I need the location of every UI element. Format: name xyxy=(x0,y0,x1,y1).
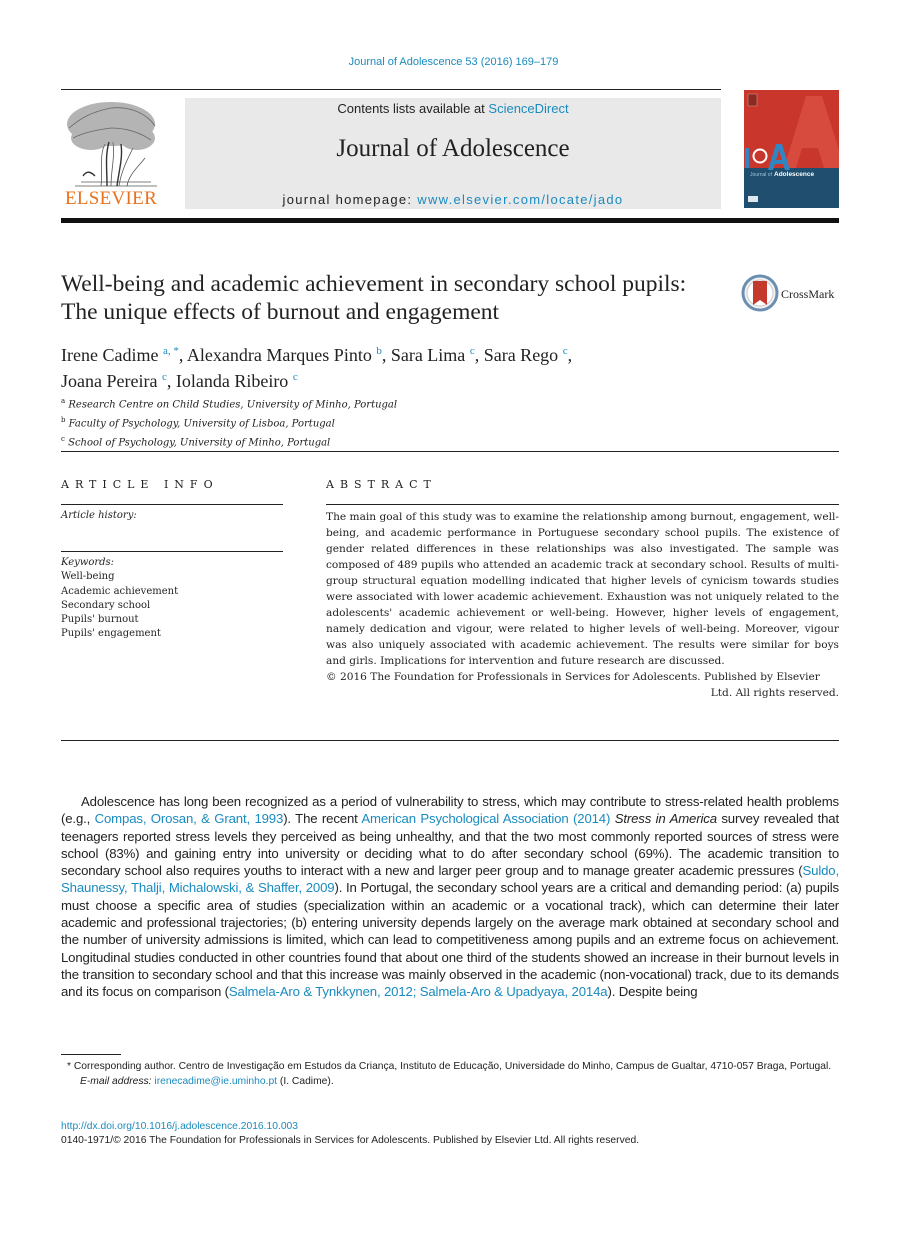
author-list: Irene Cadime a, *, Alexandra Marques Pin… xyxy=(61,340,761,392)
article-info-heading: ARTICLE INFO xyxy=(61,478,219,491)
affiliation-key: c xyxy=(61,434,65,443)
masthead-bottom-rule xyxy=(61,218,839,223)
body-text-run: ). The recent xyxy=(283,811,362,827)
keyword: Pupils' engagement xyxy=(61,628,161,640)
sciencedirect-link[interactable]: ScienceDirect xyxy=(488,101,568,116)
masthead-top-rule xyxy=(61,89,721,90)
cover-caption-prefix: Journal of xyxy=(750,172,773,178)
crossmark-label: CrossMark xyxy=(781,287,835,301)
author-name[interactable]: Alexandra Marques Pinto xyxy=(187,345,372,365)
citation-link[interactable]: American Psychological Association (2014… xyxy=(361,811,610,826)
body-text-run: ). Despite being xyxy=(607,984,698,1000)
abstract-copyright: © 2016 The Foundation for Professionals … xyxy=(326,671,820,683)
author[interactable]: Sara Lima c xyxy=(391,345,475,365)
abstract-block: The main goal of this study was to exami… xyxy=(326,509,839,701)
author-separator: , xyxy=(166,371,176,391)
cover-caption-bold: Adolescence xyxy=(774,171,814,178)
journal-homepage-link[interactable]: www.elsevier.com/locate/jado xyxy=(417,192,623,207)
masthead-banner: Contents lists available at ScienceDirec… xyxy=(185,98,721,209)
author-name[interactable]: Joana Pereira xyxy=(61,371,157,391)
section-rule-bottom xyxy=(61,740,839,741)
affiliation: b Faculty of Psychology, University of L… xyxy=(61,413,561,432)
author[interactable]: Alexandra Marques Pinto b xyxy=(187,345,382,365)
body-text-run: ). In Portugal, the secondary school yea… xyxy=(61,880,839,1000)
elsevier-logo[interactable]: ELSEVIER xyxy=(61,98,161,210)
author[interactable]: Irene Cadime a, * xyxy=(61,345,179,365)
affiliation: a Research Centre on Child Studies, Univ… xyxy=(61,394,561,413)
article-info-rule xyxy=(61,504,283,505)
author[interactable]: Iolanda Ribeiro c xyxy=(176,371,298,391)
author-separator: , xyxy=(567,345,573,365)
abstract-heading: ABSTRACT xyxy=(326,478,437,491)
author-name[interactable]: Sara Rego xyxy=(484,345,558,365)
section-rule-top xyxy=(61,451,839,452)
journal-reference-link[interactable]: Journal of Adolescence 53 (2016) 169–179 xyxy=(0,56,907,68)
elsevier-tree-icon xyxy=(67,102,157,187)
crossmark-icon xyxy=(741,274,779,312)
keyword: Well-being xyxy=(61,571,115,583)
keyword: Academic achievement xyxy=(61,585,179,597)
affiliation-marker[interactable]: c xyxy=(293,371,298,383)
affiliation-text: Research Centre on Child Studies, Univer… xyxy=(68,399,398,411)
abstract-copyright-continued: Ltd. All rights reserved. xyxy=(710,687,839,699)
affiliation-text: School of Psychology, University of Minh… xyxy=(68,436,331,448)
footnote-rule xyxy=(61,1054,121,1055)
author-separator: , xyxy=(474,345,484,365)
author-name[interactable]: Irene Cadime xyxy=(61,345,158,365)
email-note: E-mail address: irenecadime@ie.uminho.pt… xyxy=(61,1074,839,1089)
keywords-rule xyxy=(61,551,283,552)
article-history-label: Article history: xyxy=(61,510,137,521)
author[interactable]: Joana Pereira c xyxy=(61,371,167,391)
journal-cover-image[interactable]: Journal of Adolescence xyxy=(744,90,839,208)
affiliation-list: a Research Centre on Child Studies, Univ… xyxy=(61,394,561,450)
journal-name: Journal of Adolescence xyxy=(336,135,570,162)
elsevier-wordmark: ELSEVIER xyxy=(64,188,158,209)
citation-link[interactable]: Salmela-Aro & Tynkkynen, 2012; Salmela-A… xyxy=(229,984,608,999)
body-paragraph: Adolescence has long been recognized as … xyxy=(61,793,839,1001)
contents-prefix: Contents lists available at xyxy=(337,101,489,116)
affiliation-key: a xyxy=(61,397,66,405)
author-separator: , xyxy=(178,345,187,365)
affiliation-marker[interactable]: a, * xyxy=(163,345,179,357)
keyword: Pupils' burnout xyxy=(61,614,139,626)
issn-copyright: 0140-1971/© 2016 The Foundation for Prof… xyxy=(61,1135,640,1146)
abstract-paragraph: The main goal of this study was to exami… xyxy=(326,511,839,667)
affiliation: c School of Psychology, University of Mi… xyxy=(61,432,561,451)
keywords-label: Keywords: xyxy=(61,557,115,568)
doi-link[interactable]: http://dx.doi.org/10.1016/j.adolescence.… xyxy=(61,1121,298,1132)
abstract-rule xyxy=(326,504,839,505)
body-italic-run: Stress in America xyxy=(614,811,717,827)
email-link[interactable]: irenecadime@ie.uminho.pt xyxy=(154,1076,277,1087)
author-name[interactable]: Sara Lima xyxy=(391,345,465,365)
homepage-prefix: journal homepage: xyxy=(282,192,418,207)
footnotes: * Corresponding author. Centro de Invest… xyxy=(61,1059,839,1089)
keywords-block: Keywords: Well-being Academic achievemen… xyxy=(61,556,283,642)
corresponding-author-note: * Corresponding author. Centro de Invest… xyxy=(67,1061,832,1072)
affiliation-key: b xyxy=(61,415,66,424)
author-name[interactable]: Iolanda Ribeiro xyxy=(176,371,288,391)
email-suffix: (I. Cadime). xyxy=(277,1076,334,1087)
keyword: Secondary school xyxy=(61,599,151,611)
crossmark-button[interactable]: CrossMark xyxy=(741,274,851,314)
author[interactable]: Sara Rego c xyxy=(484,345,568,365)
homepage-line: journal homepage: www.elsevier.com/locat… xyxy=(185,192,721,207)
affiliation-text: Faculty of Psychology, University of Lis… xyxy=(68,418,335,430)
article-title: Well-being and academic achievement in s… xyxy=(61,271,687,325)
citation-link[interactable]: Compas, Orosan, & Grant, 1993 xyxy=(95,811,284,826)
author-separator: , xyxy=(381,345,391,365)
email-label: E-mail address: xyxy=(80,1076,152,1087)
journal-cover-art-icon: Journal of Adolescence xyxy=(744,90,839,208)
contents-line: Contents lists available at ScienceDirec… xyxy=(185,101,721,116)
